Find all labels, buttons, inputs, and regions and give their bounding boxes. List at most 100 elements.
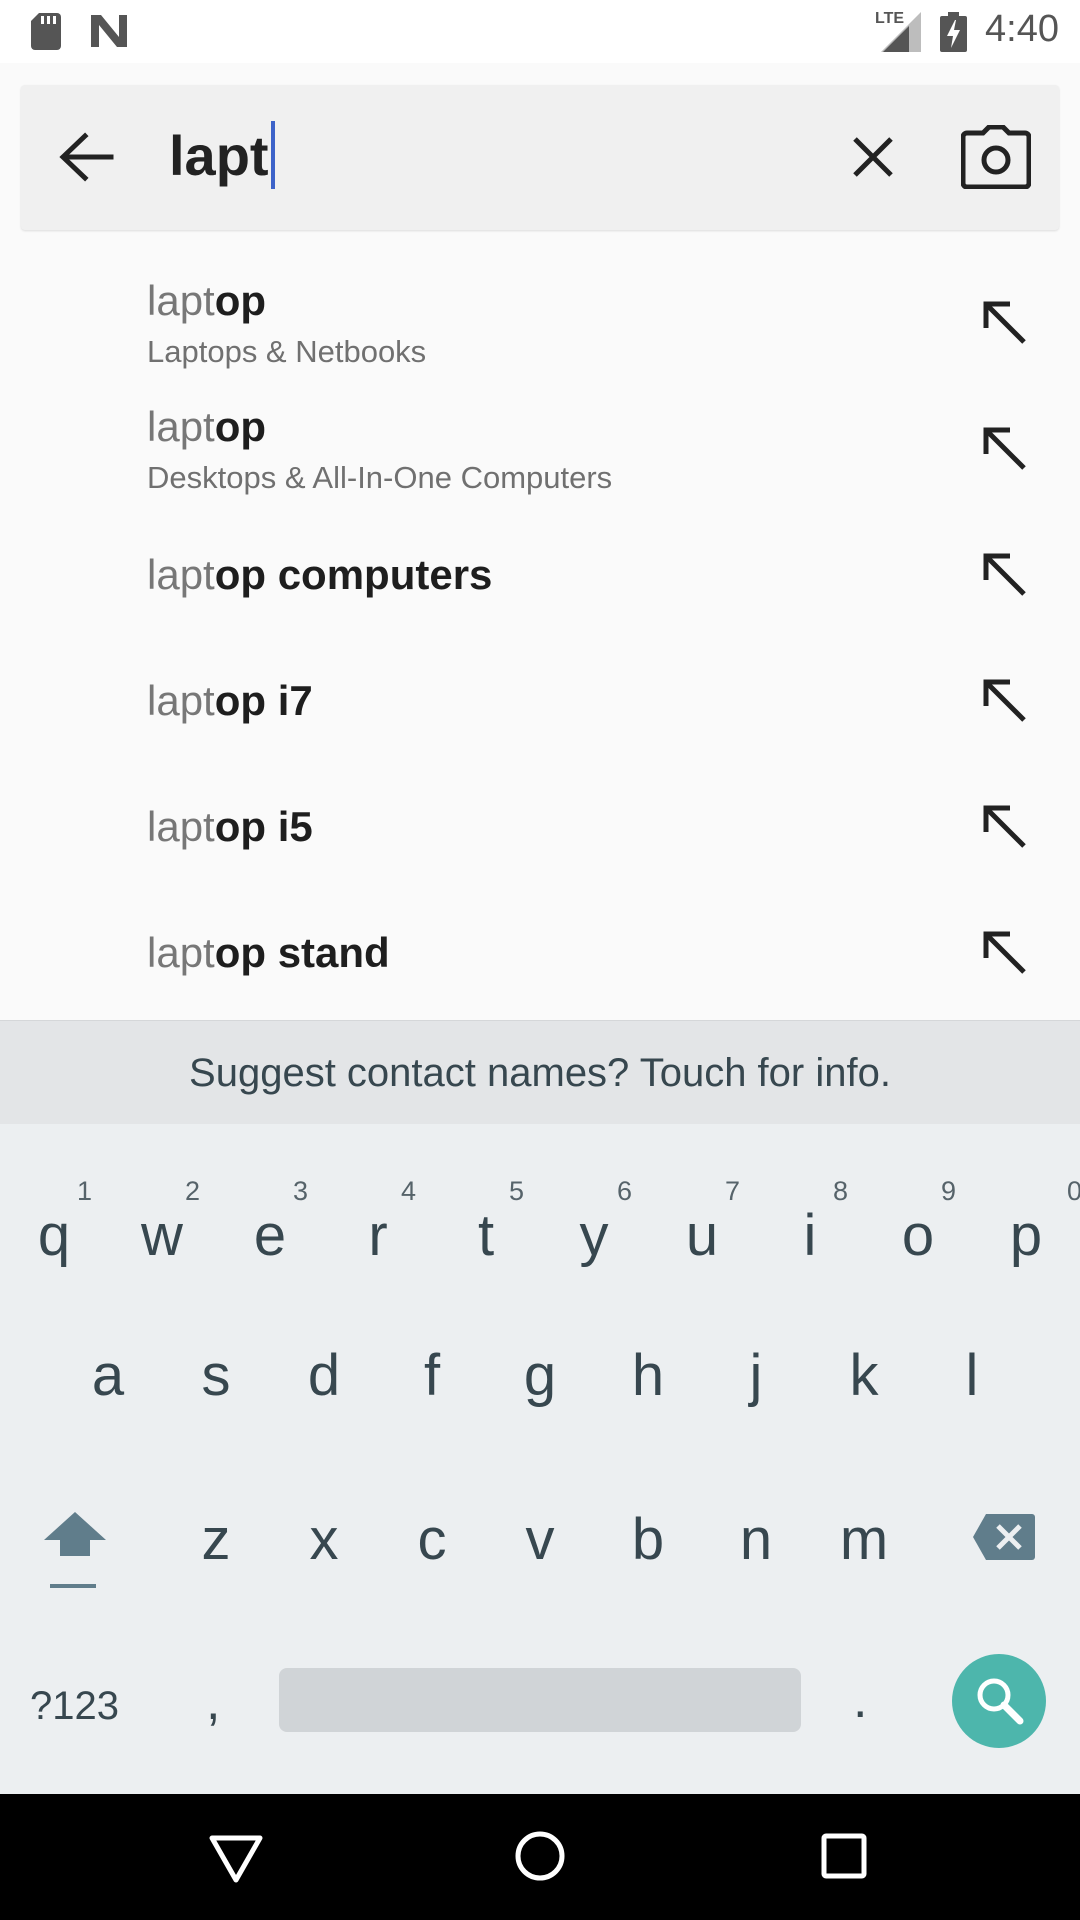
key-o[interactable]: 9o xyxy=(864,1176,972,1286)
sd-card-icon xyxy=(31,13,61,50)
key-t[interactable]: 5t xyxy=(432,1176,540,1286)
contact-suggest-strip[interactable]: Suggest contact names? Touch for info. xyxy=(0,1020,1080,1124)
clear-x-icon[interactable] xyxy=(843,127,903,187)
suggestion-typed: lapt xyxy=(147,403,215,450)
key-label: c xyxy=(417,1507,447,1572)
key-label: d xyxy=(307,1343,341,1408)
recents-square-icon[interactable] xyxy=(814,1826,874,1886)
key-hint: 9 xyxy=(940,1176,956,1206)
fill-query-arrow-icon[interactable] xyxy=(978,926,1030,978)
key-l[interactable]: l xyxy=(918,1346,1026,1456)
key-z[interactable]: z xyxy=(162,1510,270,1620)
suggestion-list: laptop Laptops & Netbooks laptop Desktop… xyxy=(0,250,1080,1015)
key-hint: 2 xyxy=(184,1176,200,1206)
suggestion-text: laptop computers xyxy=(147,548,492,602)
clock: 4:40 xyxy=(985,8,1059,50)
fill-query-arrow-icon[interactable] xyxy=(978,548,1030,600)
comma-key[interactable]: , xyxy=(206,1672,220,1732)
key-label: n xyxy=(739,1507,773,1572)
key-a[interactable]: a xyxy=(54,1346,162,1456)
key-label: b xyxy=(631,1507,665,1572)
symbols-key[interactable]: ?123 xyxy=(30,1684,119,1729)
suggestion-category: Laptops & Netbooks xyxy=(147,334,427,369)
key-g[interactable]: g xyxy=(486,1346,594,1456)
key-x[interactable]: x xyxy=(270,1510,378,1620)
lte-label: LTE xyxy=(875,10,905,27)
suggestion-item[interactable]: laptop stand xyxy=(0,890,1080,1016)
search-query-text: lapt xyxy=(169,124,269,187)
key-label: m xyxy=(839,1507,889,1572)
key-label: o xyxy=(901,1203,935,1268)
suggestion-item[interactable]: laptop Desktops & All-In-One Computers xyxy=(0,386,1080,512)
key-hint: 0 xyxy=(1066,1176,1080,1206)
suggestion-item[interactable]: laptop i7 xyxy=(0,638,1080,764)
keyboard-search-button[interactable] xyxy=(952,1654,1046,1748)
key-r[interactable]: 4r xyxy=(324,1176,432,1286)
suggestion-completion: op stand xyxy=(214,929,390,976)
back-triangle-icon[interactable] xyxy=(206,1826,266,1886)
battery-charging-icon xyxy=(940,12,967,52)
key-w[interactable]: 2w xyxy=(108,1176,216,1286)
fill-query-arrow-icon[interactable] xyxy=(978,422,1030,474)
key-hint: 4 xyxy=(400,1176,416,1206)
suggestion-text: laptop stand xyxy=(147,926,390,980)
shift-icon[interactable] xyxy=(40,1504,110,1594)
key-label: z xyxy=(201,1507,231,1572)
fill-query-arrow-icon[interactable] xyxy=(978,674,1030,726)
key-q[interactable]: 1q xyxy=(0,1176,108,1286)
key-b[interactable]: b xyxy=(594,1510,702,1620)
key-hint: 8 xyxy=(832,1176,848,1206)
key-hint: 5 xyxy=(508,1176,524,1206)
key-m[interactable]: m xyxy=(810,1510,918,1620)
status-bar: LTE 4:40 xyxy=(0,0,1080,63)
suggestion-completion: op i5 xyxy=(214,803,313,850)
search-input[interactable]: lapt xyxy=(169,121,275,191)
key-hint: 3 xyxy=(292,1176,308,1206)
key-label: p xyxy=(1009,1203,1043,1268)
key-n[interactable]: n xyxy=(702,1510,810,1620)
key-i[interactable]: 8i xyxy=(756,1176,864,1286)
key-c[interactable]: c xyxy=(378,1510,486,1620)
suggestion-completion: op i7 xyxy=(214,677,313,724)
camera-icon[interactable] xyxy=(961,125,1031,189)
space-key[interactable] xyxy=(279,1668,801,1732)
key-e[interactable]: 3e xyxy=(216,1176,324,1286)
period-key[interactable]: . xyxy=(853,1670,867,1730)
suggestion-item[interactable]: laptop computers xyxy=(0,512,1080,638)
suggestion-completion: op computers xyxy=(214,551,493,598)
fill-query-arrow-icon[interactable] xyxy=(978,296,1030,348)
contact-suggest-text: Suggest contact names? Touch for info. xyxy=(189,1051,891,1095)
key-s[interactable]: s xyxy=(162,1346,270,1456)
home-circle-icon[interactable] xyxy=(510,1826,570,1886)
navigation-bar xyxy=(0,1794,1080,1920)
suggestion-typed: lapt xyxy=(147,551,215,598)
key-label: w xyxy=(141,1203,183,1268)
suggestion-text: laptop i7 xyxy=(147,674,313,728)
fill-query-arrow-icon[interactable] xyxy=(978,800,1030,852)
key-label: g xyxy=(523,1343,557,1408)
suggestion-text: laptop xyxy=(147,274,426,328)
suggestion-item[interactable]: laptop Laptops & Netbooks xyxy=(0,260,1080,386)
back-arrow-icon[interactable] xyxy=(51,122,121,192)
key-h[interactable]: h xyxy=(594,1346,702,1456)
key-f[interactable]: f xyxy=(378,1346,486,1456)
key-label: h xyxy=(631,1343,665,1408)
suggestion-category: Desktops & All-In-One Computers xyxy=(147,460,613,495)
suggestion-completion: op xyxy=(214,403,267,450)
backspace-icon[interactable] xyxy=(972,1512,1036,1562)
key-label: u xyxy=(685,1203,719,1268)
key-k[interactable]: k xyxy=(810,1346,918,1456)
key-j[interactable]: j xyxy=(702,1346,810,1456)
key-p[interactable]: 0p xyxy=(972,1176,1080,1286)
key-u[interactable]: 7u xyxy=(648,1176,756,1286)
n-notification-icon xyxy=(91,15,127,47)
key-y[interactable]: 6y xyxy=(540,1176,648,1286)
keyboard: 1q 2w 3e 4r 5t 6y 7u 8i 9o 0p a s d f g … xyxy=(0,1124,1080,1794)
key-label: q xyxy=(37,1203,71,1268)
key-d[interactable]: d xyxy=(270,1346,378,1456)
key-label: j xyxy=(749,1343,763,1408)
search-bar: lapt xyxy=(21,85,1059,230)
key-v[interactable]: v xyxy=(486,1510,594,1620)
suggestion-item[interactable]: laptop i5 xyxy=(0,764,1080,890)
key-label: x xyxy=(309,1507,339,1572)
